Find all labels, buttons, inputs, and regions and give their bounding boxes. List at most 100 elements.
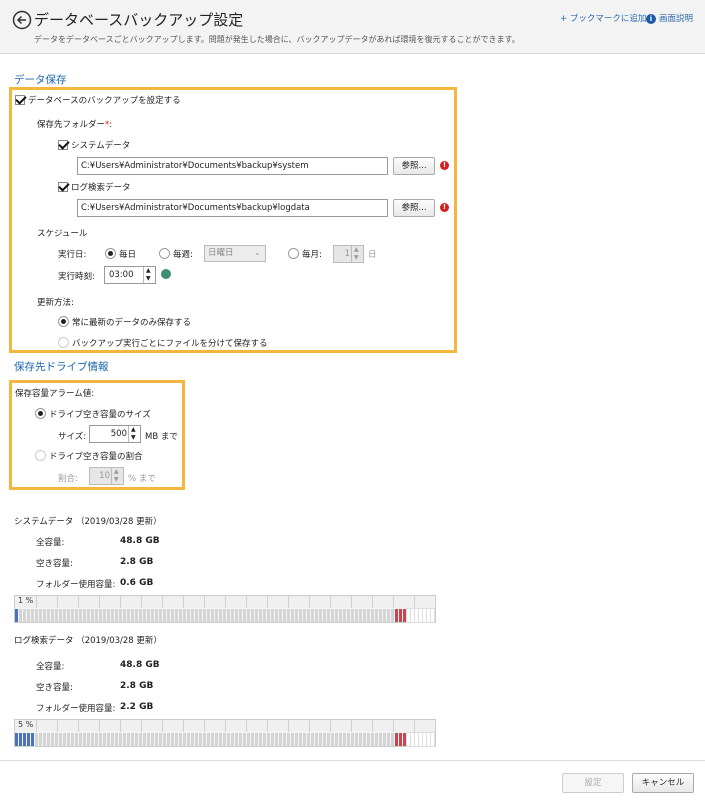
ratio-stepper[interactable]: 10 ▲ ▼ bbox=[89, 467, 124, 485]
keep-latest-radio[interactable] bbox=[58, 316, 69, 327]
error-icon: ! bbox=[440, 203, 449, 212]
bar-cell bbox=[183, 733, 186, 746]
bar-cell bbox=[211, 609, 214, 622]
system-path-input[interactable]: C:¥Users¥Administrator¥Documents¥backup¥… bbox=[77, 157, 388, 175]
cancel-button[interactable]: キャンセル bbox=[632, 773, 694, 793]
log-path-input[interactable]: C:¥Users¥Administrator¥Documents¥backup¥… bbox=[77, 199, 388, 217]
bar-cell bbox=[127, 609, 130, 622]
bar-segment-divider bbox=[120, 596, 121, 608]
bar-alarm-cell bbox=[395, 733, 398, 746]
page-title: データベースバックアップ設定 bbox=[34, 11, 244, 29]
bar-cell bbox=[223, 733, 226, 746]
by-ratio-radio[interactable] bbox=[35, 450, 46, 461]
bar-cell bbox=[335, 609, 338, 622]
bar-cell bbox=[351, 609, 354, 622]
bar-cell bbox=[59, 609, 62, 622]
bar-cell bbox=[343, 609, 346, 622]
size-value: 500 bbox=[110, 429, 127, 439]
bar-cell bbox=[375, 733, 378, 746]
add-bookmark-link[interactable]: + ブックマークに追加 bbox=[560, 12, 646, 24]
bar-cell bbox=[383, 609, 386, 622]
log-used-value: 2.2 GB bbox=[120, 702, 154, 712]
bar-cell bbox=[291, 733, 294, 746]
weekly-radio[interactable] bbox=[159, 248, 170, 259]
bar-cell bbox=[295, 733, 298, 746]
stepper-arrows-icon: ▲ ▼ bbox=[128, 426, 140, 442]
size-stepper[interactable]: 500 ▲ ▼ bbox=[89, 425, 141, 443]
bar-cell bbox=[107, 609, 110, 622]
bar-cell bbox=[379, 609, 382, 622]
bar-free-cell bbox=[410, 608, 415, 623]
bar-cell bbox=[103, 609, 106, 622]
bar-used-cell bbox=[19, 733, 22, 746]
log-used-label: フォルダー使用容量: bbox=[36, 704, 116, 714]
system-browse-button[interactable]: 参照... bbox=[393, 157, 435, 175]
bar-cell bbox=[111, 609, 114, 622]
clock-icon[interactable] bbox=[161, 269, 171, 279]
log-usage-title: ログ検索データ （2019/03/28 更新） bbox=[14, 636, 162, 646]
month-day-stepper[interactable]: 1 ▲ ▼ bbox=[333, 245, 364, 263]
bar-cell bbox=[19, 609, 22, 622]
bar-segment-divider bbox=[393, 720, 394, 732]
by-size-radio[interactable] bbox=[35, 408, 46, 419]
bar-segment-divider bbox=[204, 720, 205, 732]
bar-cell bbox=[47, 733, 50, 746]
ratio-value: 10 bbox=[99, 471, 110, 481]
help-link[interactable]: i 画面説明 bbox=[646, 12, 693, 24]
schedule-label: スケジュール bbox=[37, 229, 88, 239]
bar-segment-divider bbox=[99, 596, 100, 608]
bar-cell bbox=[119, 733, 122, 746]
run-time-value: 03:00 bbox=[109, 270, 134, 280]
bar-cell bbox=[131, 609, 134, 622]
day-suffix: 日 bbox=[368, 250, 377, 260]
daily-radio[interactable] bbox=[105, 248, 116, 259]
bar-cell bbox=[147, 609, 150, 622]
bar-cell bbox=[219, 609, 222, 622]
bar-cell bbox=[283, 609, 286, 622]
bar-cell bbox=[95, 609, 98, 622]
bar-cell bbox=[331, 609, 334, 622]
save-button[interactable]: 設定 bbox=[562, 773, 624, 793]
bar-cell bbox=[227, 733, 230, 746]
error-icon: ! bbox=[440, 161, 449, 170]
bar-segment-divider bbox=[36, 720, 37, 732]
log-free-label: 空き容量: bbox=[36, 683, 73, 693]
weekday-select[interactable]: 日曜日 ⌄ bbox=[204, 245, 266, 262]
bar-cell bbox=[211, 733, 214, 746]
bar-cell bbox=[179, 733, 182, 746]
log-browse-button[interactable]: 参照... bbox=[393, 199, 435, 217]
bar-cell bbox=[263, 609, 266, 622]
back-arrow-icon[interactable] bbox=[12, 10, 32, 30]
bar-cell bbox=[219, 733, 222, 746]
bar-cell bbox=[303, 609, 306, 622]
bar-cell bbox=[203, 609, 206, 622]
system-usage-percent: 1 % bbox=[18, 596, 34, 605]
bar-cell bbox=[99, 733, 102, 746]
bar-cell bbox=[147, 733, 150, 746]
system-data-checkbox[interactable] bbox=[58, 140, 68, 150]
ratio-unit: % まで bbox=[128, 474, 156, 484]
daily-label: 毎日 bbox=[119, 250, 137, 260]
monthly-radio[interactable] bbox=[288, 248, 299, 259]
bar-cell bbox=[379, 733, 382, 746]
bar-alarm-cell bbox=[403, 733, 406, 746]
bar-cell bbox=[263, 733, 266, 746]
run-day-label: 実行日: bbox=[58, 250, 87, 260]
size-label: サイズ: bbox=[58, 432, 87, 442]
bar-cell bbox=[355, 733, 358, 746]
enable-backup-checkbox[interactable] bbox=[15, 95, 25, 105]
bar-cell bbox=[91, 733, 94, 746]
help-link-label: 画面説明 bbox=[659, 14, 694, 24]
run-time-stepper[interactable]: 03:00 ▲ ▼ bbox=[104, 266, 156, 284]
bar-segment-divider bbox=[57, 596, 58, 608]
log-data-checkbox[interactable] bbox=[58, 182, 68, 192]
bar-segment-divider bbox=[351, 720, 352, 732]
system-free-value: 2.8 GB bbox=[120, 557, 154, 567]
bar-cell bbox=[87, 609, 90, 622]
bar-cell bbox=[371, 733, 374, 746]
bar-cell bbox=[207, 733, 210, 746]
bar-cell bbox=[227, 609, 230, 622]
bar-cell bbox=[235, 609, 238, 622]
separate-files-radio[interactable] bbox=[58, 337, 69, 348]
bar-free-cell bbox=[406, 732, 411, 747]
